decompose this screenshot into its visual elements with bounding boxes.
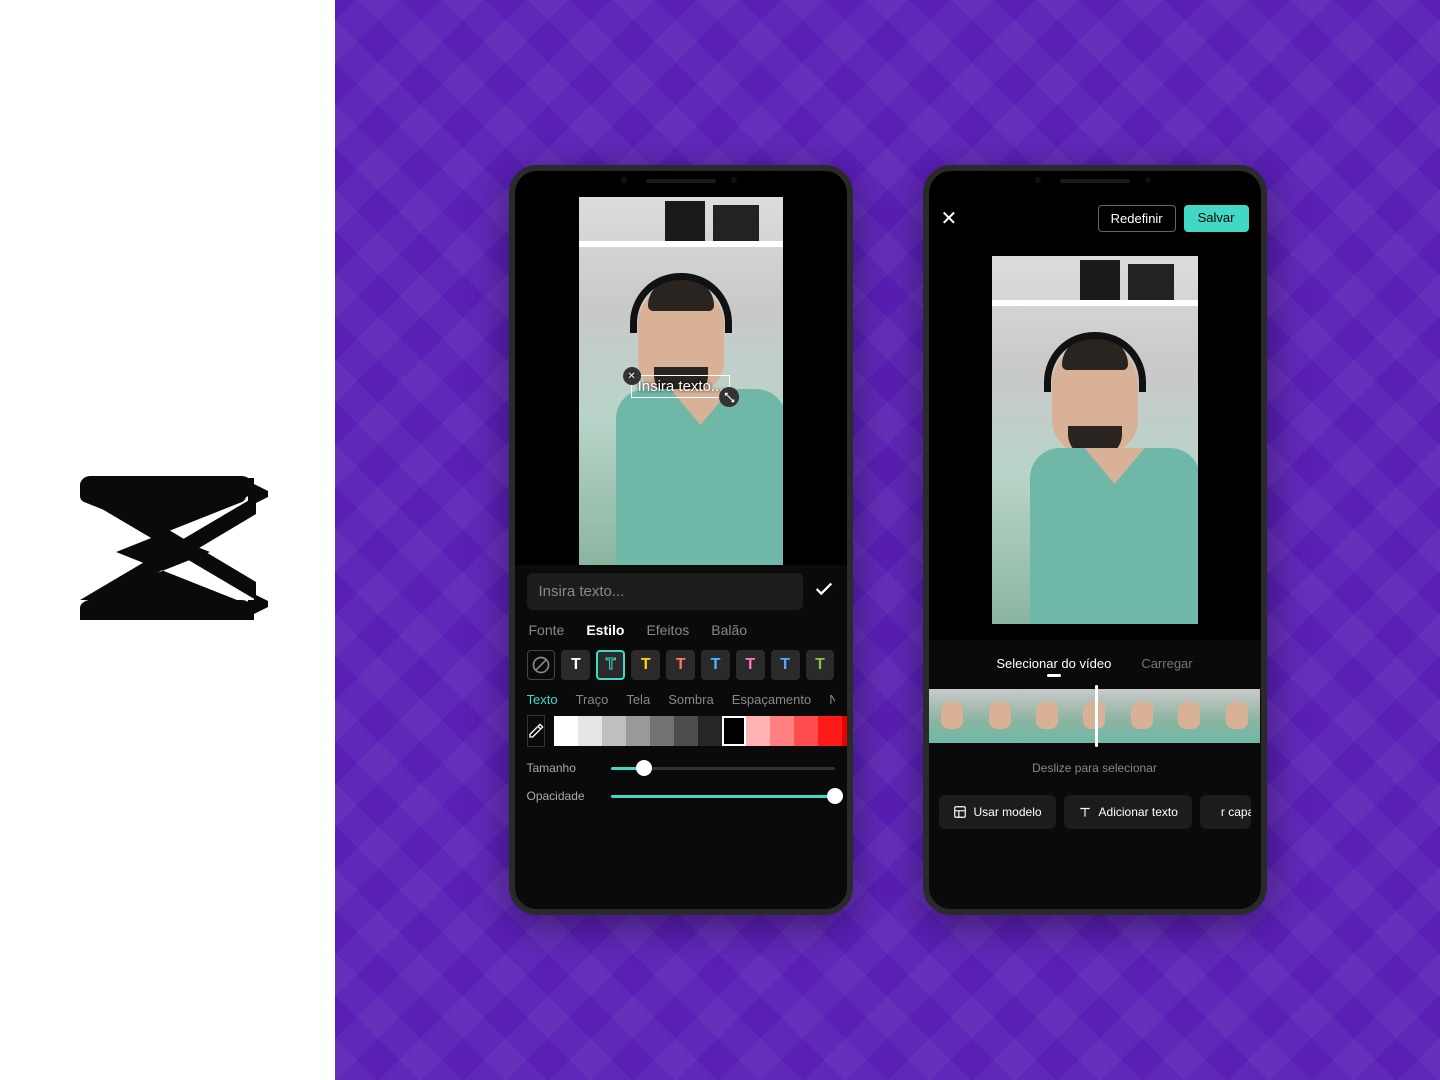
color-swatch-2[interactable] — [602, 716, 626, 746]
cover-button-partial[interactable]: r capa — [1200, 795, 1251, 829]
color-swatch-4[interactable] — [650, 716, 674, 746]
style-presets-row: T T T T T T T T — [527, 650, 835, 680]
filmstrip-indicator[interactable] — [1095, 685, 1098, 747]
color-swatch-6[interactable] — [698, 716, 722, 746]
style-preset-3[interactable]: T — [631, 650, 660, 680]
eyedropper-icon[interactable] — [527, 715, 545, 747]
add-text-button[interactable]: Adicionar texto — [1064, 795, 1192, 829]
cover-partial-label: r capa — [1221, 805, 1251, 819]
phone-mockup-cover-selector: ✕ Redefinir Salvar Selecionar do vídeo C… — [923, 165, 1267, 915]
scrub-hint: Deslize para selecionar — [929, 751, 1261, 795]
style-preset-1[interactable]: T — [561, 650, 590, 680]
filmstrip-scrubber[interactable] — [929, 689, 1261, 743]
color-swatch-10[interactable] — [794, 716, 818, 746]
style-preset-7[interactable]: T — [771, 650, 800, 680]
subtab-espacamento[interactable]: Espaçamento — [732, 692, 812, 707]
subtab-sombra[interactable]: Sombra — [668, 692, 714, 707]
phone-mockup-text-editor: ✕ Insira texto... Insira texto... Fonte … — [509, 165, 853, 915]
style-preset-none[interactable] — [527, 650, 556, 680]
color-swatch-12[interactable] — [842, 716, 847, 746]
text-overlay-close-icon[interactable]: ✕ — [623, 367, 641, 385]
size-label: Tamanho — [527, 761, 599, 775]
subtab-traco[interactable]: Traço — [576, 692, 609, 707]
color-swatch-5[interactable] — [674, 716, 698, 746]
style-sub-tabs: Texto Traço Tela Sombra Espaçamento Negr… — [527, 688, 835, 707]
style-preset-5[interactable]: T — [701, 650, 730, 680]
size-slider[interactable] — [611, 767, 835, 770]
text-input[interactable]: Insira texto... — [527, 573, 803, 610]
color-swatch-7[interactable] — [722, 716, 746, 746]
color-swatch-8[interactable] — [746, 716, 770, 746]
tab-estilo[interactable]: Estilo — [586, 622, 624, 638]
style-preset-2[interactable]: T — [596, 650, 625, 680]
text-overlay-label: Insira texto... — [638, 378, 724, 395]
color-swatch-0[interactable] — [554, 716, 578, 746]
tab-fonte[interactable]: Fonte — [529, 622, 565, 638]
save-button[interactable]: Salvar — [1184, 205, 1249, 232]
text-overlay-box[interactable]: ✕ Insira texto... — [631, 375, 731, 398]
add-text-label: Adicionar texto — [1099, 805, 1178, 819]
subtab-negrito[interactable]: Negrit — [829, 692, 834, 707]
color-swatch-9[interactable] — [770, 716, 794, 746]
reset-button[interactable]: Redefinir — [1098, 205, 1176, 232]
text-overlay-resize-icon[interactable] — [719, 387, 739, 407]
color-swatch-3[interactable] — [626, 716, 650, 746]
style-preset-8[interactable]: T — [806, 650, 835, 680]
subtab-texto[interactable]: Texto — [527, 692, 558, 707]
color-swatch-11[interactable] — [818, 716, 842, 746]
opacity-slider[interactable] — [611, 795, 835, 798]
style-preset-4[interactable]: T — [666, 650, 695, 680]
color-swatch-1[interactable] — [578, 716, 602, 746]
style-preset-6[interactable]: T — [736, 650, 765, 680]
subtab-tela[interactable]: Tela — [626, 692, 650, 707]
tab-efeitos[interactable]: Efeitos — [646, 622, 689, 638]
use-template-button[interactable]: Usar modelo — [939, 795, 1056, 829]
use-template-label: Usar modelo — [974, 805, 1042, 819]
cover-tab-select-from-video[interactable]: Selecionar do vídeo — [996, 656, 1111, 671]
cover-preview — [929, 240, 1261, 640]
video-preview: ✕ Insira texto... — [515, 197, 847, 565]
capcut-logo-icon — [68, 460, 268, 620]
text-editor-tabs: Fonte Estilo Efeitos Balão — [527, 618, 835, 642]
close-button[interactable]: ✕ — [941, 206, 958, 231]
confirm-icon[interactable] — [813, 578, 835, 605]
tab-balao[interactable]: Balão — [711, 622, 747, 638]
cover-tab-upload[interactable]: Carregar — [1141, 656, 1192, 671]
color-swatches — [527, 715, 835, 747]
opacity-label: Opacidade — [527, 789, 599, 803]
